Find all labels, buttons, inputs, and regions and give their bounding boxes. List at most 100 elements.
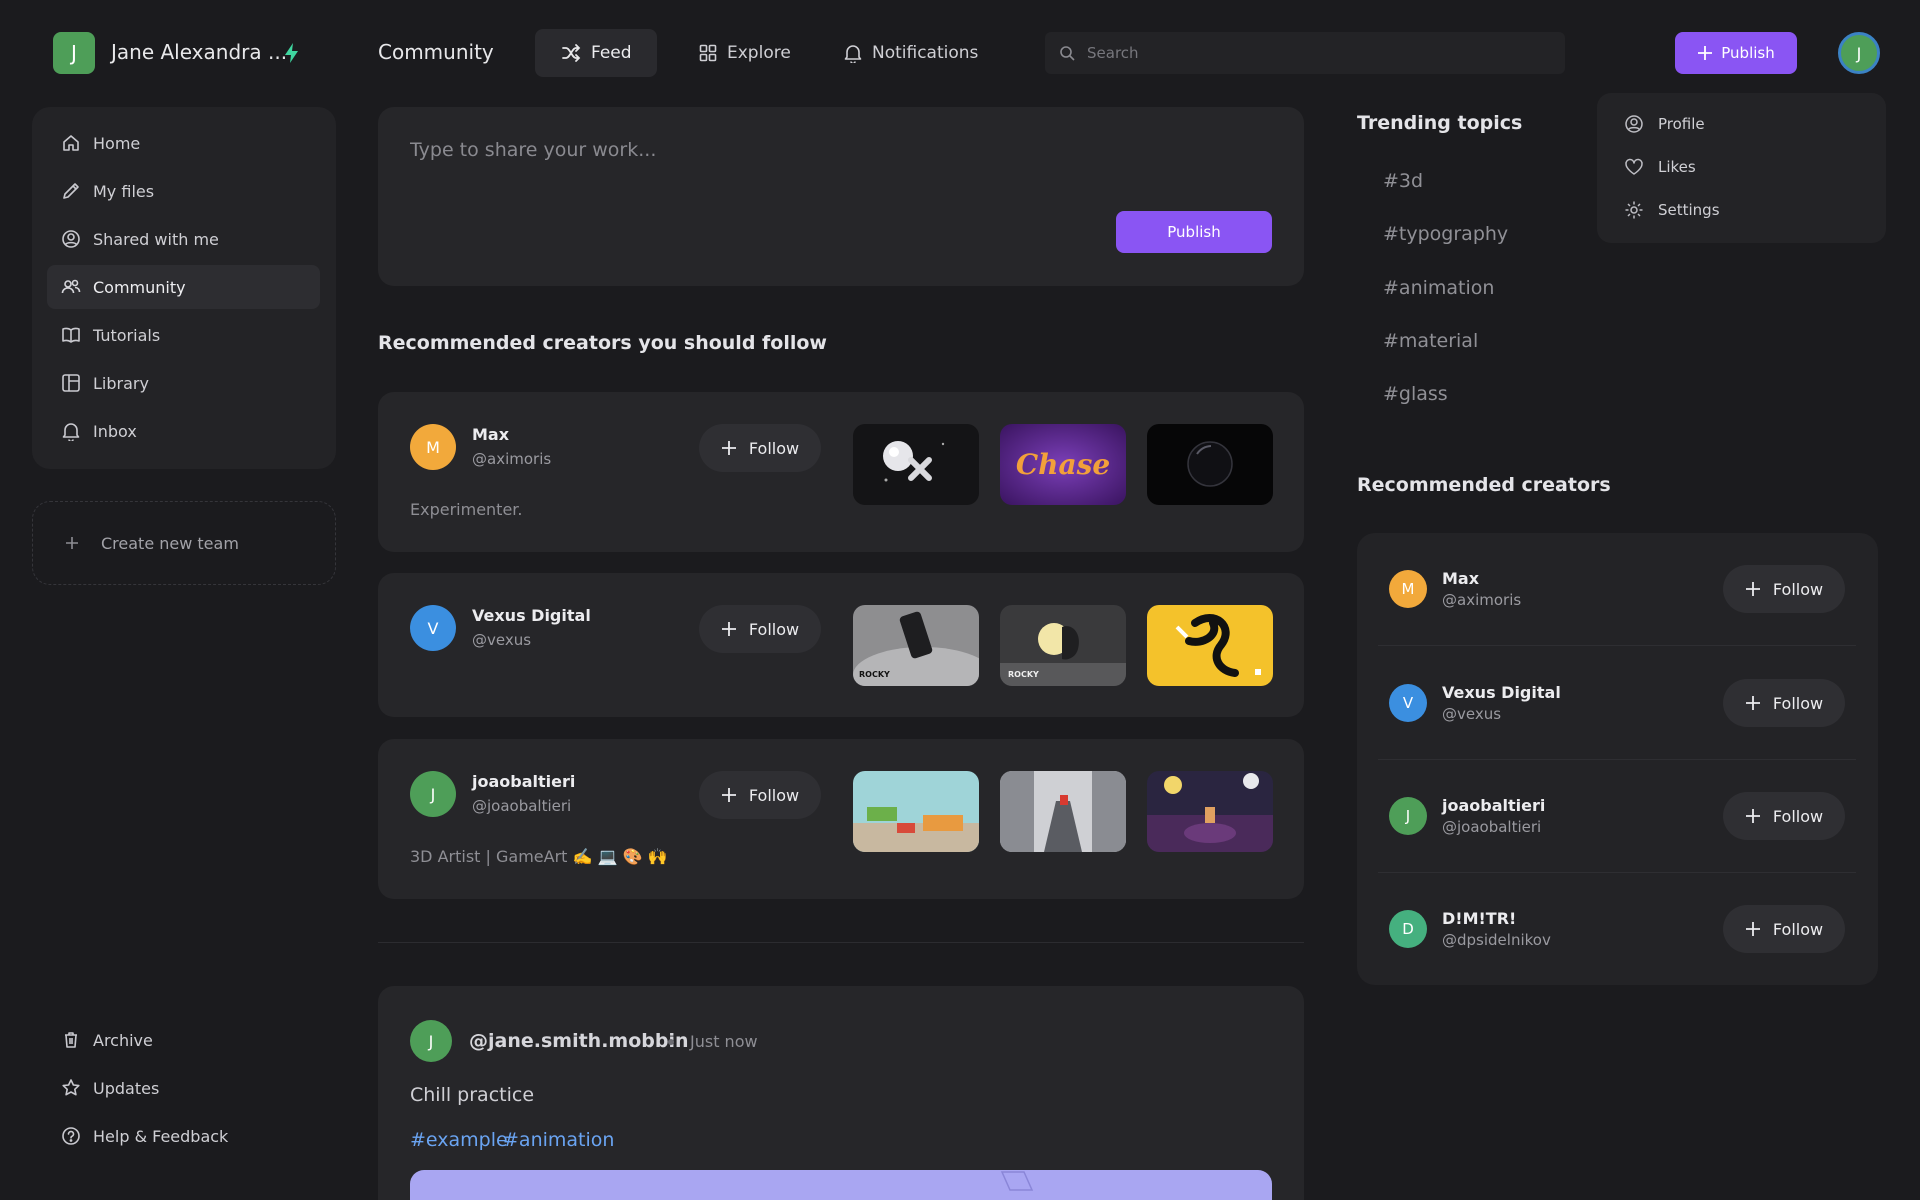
sidebar-item-label: Home <box>93 133 141 153</box>
grid-icon <box>699 44 717 62</box>
search-input[interactable] <box>1087 44 1547 62</box>
trending-topic[interactable]: #typography <box>1383 223 1508 245</box>
avatar[interactable]: J <box>410 1020 452 1062</box>
follow-button[interactable]: Follow <box>699 424 821 472</box>
composer-publish-button[interactable]: Publish <box>1116 211 1272 253</box>
post-composer <box>378 107 1304 286</box>
follow-label: Follow <box>748 619 800 639</box>
post-author[interactable]: @jane.smith.mobbin <box>469 1030 689 1052</box>
star-icon <box>61 1078 81 1098</box>
sidebar-item-label: Library <box>93 373 149 393</box>
trash-icon <box>61 1030 81 1050</box>
heart-icon <box>1624 157 1644 177</box>
svg-text:ROCKY: ROCKY <box>859 670 890 679</box>
menu-item-likes[interactable]: Likes <box>1624 157 1696 177</box>
search-bar[interactable] <box>1045 32 1565 74</box>
sidebar-item-label: Archive <box>93 1030 153 1050</box>
avatar[interactable]: D <box>1389 910 1427 948</box>
creator-handle: @aximoris <box>1442 591 1522 609</box>
artwork-thumbnail[interactable] <box>853 424 979 505</box>
trending-topic[interactable]: #animation <box>1383 277 1494 299</box>
creator-name[interactable]: Vexus Digital <box>1442 683 1561 702</box>
creator-bio: Experimenter. <box>410 500 523 519</box>
creator-name[interactable]: Max <box>1442 569 1479 588</box>
creator-name[interactable]: D!M!TR! <box>1442 909 1516 928</box>
creator-handle: @vexus <box>1442 705 1502 723</box>
bolt-icon <box>282 42 302 64</box>
follow-button[interactable]: Follow <box>1723 905 1845 953</box>
header-publish-button[interactable]: Publish <box>1675 32 1797 74</box>
page-title: Community <box>378 40 494 64</box>
plus-icon <box>65 536 79 550</box>
create-team-label: Create new team <box>101 533 239 553</box>
bell-icon <box>844 43 862 63</box>
tab-feed[interactable]: Feed <box>535 29 657 77</box>
menu-item-label: Profile <box>1658 115 1705 133</box>
user-avatar[interactable]: J <box>1838 32 1880 74</box>
artwork-thumbnail[interactable]: ROCKY <box>853 605 979 686</box>
team-name[interactable]: Jane Alexandra ... <box>111 40 287 64</box>
avatar[interactable]: J <box>410 771 456 817</box>
divider <box>1378 759 1856 760</box>
library-icon <box>61 373 81 393</box>
team-avatar[interactable]: J <box>53 32 95 74</box>
creator-name[interactable]: joaobaltieri <box>472 772 575 791</box>
follow-label: Follow <box>748 438 800 458</box>
menu-item-settings[interactable]: Settings <box>1624 200 1720 220</box>
artwork-thumbnail[interactable]: ROCKY <box>1000 605 1126 686</box>
sidebar-item-label: My files <box>93 181 155 201</box>
creator-name[interactable]: Vexus Digital <box>472 606 591 625</box>
sidebar-item-library[interactable]: Library <box>47 361 320 405</box>
right-creators-title: Recommended creators <box>1357 474 1611 496</box>
sidebar-item-archive[interactable]: Archive <box>47 1018 320 1062</box>
follow-button[interactable]: Follow <box>1723 565 1845 613</box>
artwork-thumbnail[interactable] <box>853 771 979 852</box>
artwork-thumbnail[interactable] <box>1147 771 1273 852</box>
follow-button[interactable]: Follow <box>1723 792 1845 840</box>
menu-item-profile[interactable]: Profile <box>1624 114 1705 134</box>
creator-handle: @joaobaltieri <box>1442 818 1542 836</box>
tab-label: Explore <box>727 43 791 63</box>
post-tag[interactable]: #animation <box>503 1129 614 1151</box>
avatar[interactable]: V <box>410 605 456 651</box>
trending-topic[interactable]: #material <box>1383 330 1478 352</box>
trending-topic[interactable]: #glass <box>1383 383 1448 405</box>
follow-button[interactable]: Follow <box>1723 679 1845 727</box>
sidebar-item-home[interactable]: Home <box>47 121 320 165</box>
plus-icon <box>1745 921 1761 937</box>
sidebar-item-my-files[interactable]: My files <box>47 169 320 213</box>
composer-input[interactable] <box>410 139 1270 199</box>
sidebar-item-label: Inbox <box>93 421 137 441</box>
artwork-thumbnail[interactable] <box>1000 771 1126 852</box>
follow-label: Follow <box>748 785 800 805</box>
avatar[interactable]: M <box>410 424 456 470</box>
search-icon <box>1059 45 1075 61</box>
sidebar-item-help[interactable]: Help & Feedback <box>47 1114 320 1158</box>
avatar[interactable]: M <box>1389 570 1427 608</box>
trending-topic[interactable]: #3d <box>1383 170 1423 192</box>
book-icon <box>61 325 81 345</box>
tab-label: Feed <box>591 43 632 63</box>
creator-name[interactable]: Max <box>472 425 509 444</box>
sidebar-item-community[interactable]: Community <box>47 265 320 309</box>
artwork-thumbnail[interactable]: Chase <box>1000 424 1126 505</box>
post-media[interactable] <box>410 1170 1272 1200</box>
create-team-button[interactable]: Create new team <box>32 501 336 585</box>
creator-name[interactable]: joaobaltieri <box>1442 796 1545 815</box>
tab-explore[interactable]: Explore <box>673 29 817 77</box>
sidebar-item-label: Updates <box>93 1078 160 1098</box>
avatar[interactable]: J <box>1389 797 1427 835</box>
follow-button[interactable]: Follow <box>699 605 821 653</box>
sidebar-item-updates[interactable]: Updates <box>47 1066 320 1110</box>
sidebar-item-tutorials[interactable]: Tutorials <box>47 313 320 357</box>
tab-notifications[interactable]: Notifications <box>818 29 1004 77</box>
follow-label: Follow <box>1772 806 1824 826</box>
avatar[interactable]: V <box>1389 684 1427 722</box>
post-time: Just now <box>690 1032 758 1051</box>
artwork-thumbnail[interactable] <box>1147 424 1273 505</box>
sidebar-item-inbox[interactable]: Inbox <box>47 409 320 453</box>
post-tag[interactable]: #example <box>410 1129 508 1151</box>
sidebar-item-shared[interactable]: Shared with me <box>47 217 320 261</box>
artwork-thumbnail[interactable] <box>1147 605 1273 686</box>
follow-button[interactable]: Follow <box>699 771 821 819</box>
